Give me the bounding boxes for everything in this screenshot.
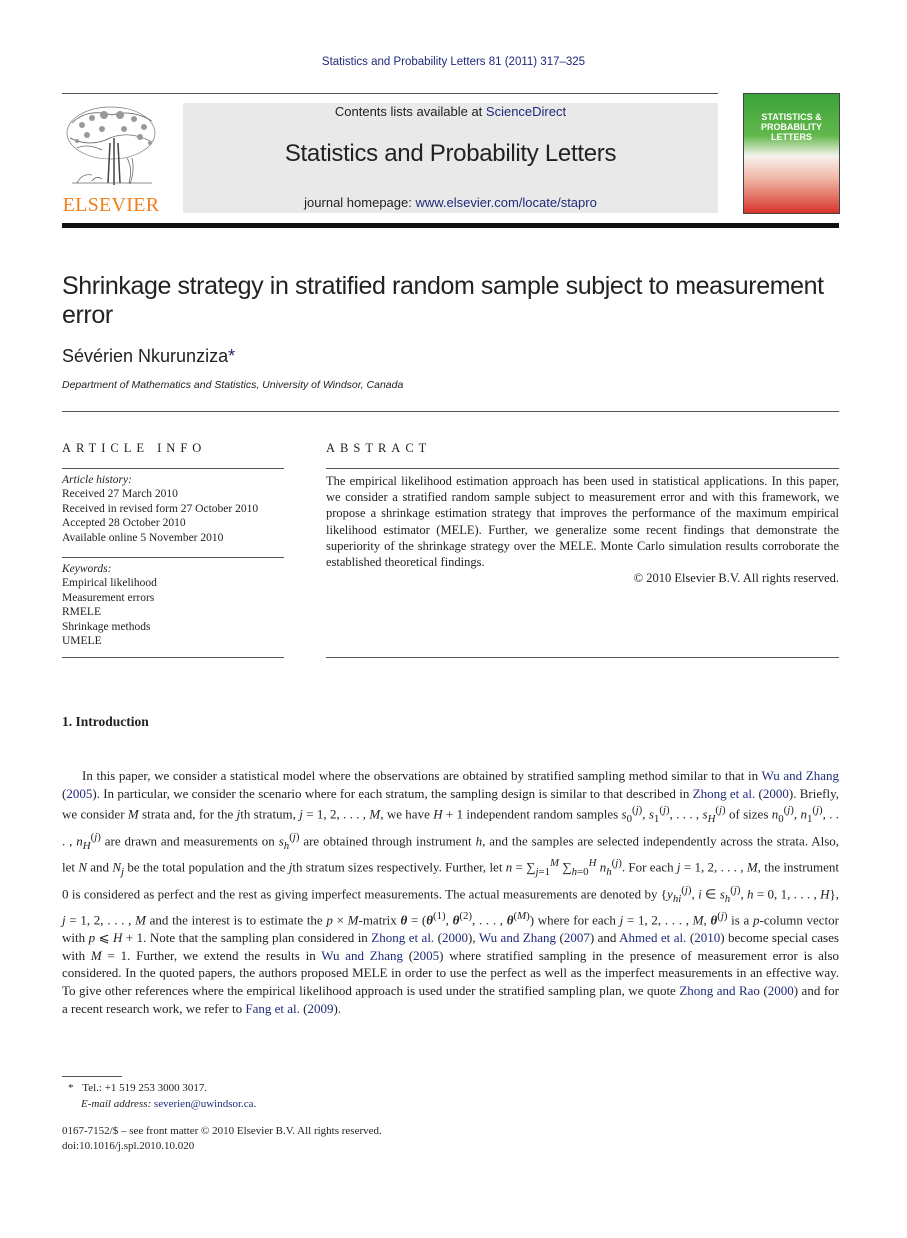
ref-year[interactable]: 2007 (564, 930, 590, 945)
ref-year[interactable]: 2005 (413, 948, 439, 963)
ref-zhong-rao-2000[interactable]: Zhong and Rao (679, 983, 760, 998)
header-divider (62, 223, 839, 228)
keyword-item: UMELE (62, 635, 102, 648)
footnote-tel-text: Tel.: +1 519 253 3000 3017. (82, 1082, 208, 1094)
ref-year[interactable]: 2009 (307, 1001, 333, 1016)
footnote-marker: * (68, 1082, 74, 1094)
ref-year[interactable]: 2005 (66, 786, 92, 801)
ref-year[interactable]: 2000 (442, 930, 468, 945)
ref-ahmed-2010[interactable]: Ahmed et al. (619, 930, 686, 945)
journal-citation[interactable]: Statistics and Probability Letters 81 (2… (0, 56, 907, 68)
contents-line: Contents lists available at ScienceDirec… (183, 104, 718, 119)
article-history: Article history: Received 27 March 2010 … (62, 473, 258, 545)
keywords-label: Keywords: (62, 563, 112, 575)
front-matter: 0167-7152/$ – see front matter © 2010 El… (62, 1125, 382, 1137)
footnote-rule (62, 1076, 122, 1077)
footnote-tel: * Tel.: +1 519 253 3000 3017. (68, 1082, 207, 1094)
introduction-body: In this paper, we consider a statistical… (62, 767, 839, 1017)
sciencedirect-link[interactable]: ScienceDirect (486, 104, 566, 119)
history-item: Accepted 28 October 2010 (62, 517, 186, 530)
keyword-item: Shrinkage methods (62, 620, 151, 633)
author-line: Sévérien Nkurunziza* (62, 346, 235, 367)
doi-link[interactable]: doi:10.1016/j.spl.2010.10.020 (62, 1140, 194, 1152)
article-info-heading: ARTICLE INFO (62, 441, 207, 455)
introduction-heading: 1. Introduction (62, 714, 149, 729)
article-title: Shrinkage strategy in stratified random … (62, 272, 824, 329)
contents-prefix: Contents lists available at (334, 104, 486, 119)
footnote-email: E-mail address: severien@uwindsor.ca. (81, 1098, 257, 1110)
history-item: Received 27 March 2010 (62, 488, 178, 501)
header-rule (62, 93, 718, 94)
ref-wu-zhang-2005[interactable]: Wu and Zhang (762, 768, 840, 783)
homepage-link[interactable]: www.elsevier.com/locate/stapro (415, 195, 596, 210)
abstract-copyright: © 2010 Elsevier B.V. All rights reserved… (633, 571, 839, 586)
section-rule (62, 411, 839, 412)
ref-wu-zhang-2005[interactable]: Wu and Zhang (321, 948, 403, 963)
history-item: Available online 5 November 2010 (62, 531, 224, 544)
author-name[interactable]: Sévérien Nkurunziza (62, 346, 228, 366)
keywords-rule (62, 557, 284, 558)
abstract-heading: ABSTRACT (326, 441, 432, 455)
ref-year[interactable]: 2010 (694, 930, 720, 945)
abstract-text: The empirical likelihood estimation appr… (326, 474, 839, 570)
keywords: Keywords: Empirical likelihood Measureme… (62, 562, 157, 648)
homepage-prefix: journal homepage: (304, 195, 416, 210)
email-label: E-mail address: (81, 1098, 154, 1110)
introduction-paragraph: In this paper, we consider a statistical… (62, 768, 840, 1016)
cover-title-line: LETTERS (770, 132, 812, 142)
journal-name: Statistics and Probability Letters (284, 140, 617, 167)
cover-title: STATISTICS & PROBABILITY LETTERS (743, 112, 840, 142)
ref-zhong-2000[interactable]: Zhong et al. (693, 786, 756, 801)
history-item: Received in revised form 27 October 2010 (62, 502, 259, 515)
abstract-bottom-rule (326, 657, 839, 658)
homepage-line: journal homepage: www.elsevier.com/locat… (183, 195, 718, 210)
keyword-item: Empirical likelihood (62, 577, 157, 590)
history-label: Article history: (62, 474, 132, 486)
article-info-bottom-rule (62, 657, 284, 658)
abstract-rule (326, 468, 839, 469)
ref-fang-2009[interactable]: Fang et al. (245, 1001, 300, 1016)
keyword-item: RMELE (62, 606, 101, 619)
cover-title-line: PROBABILITY (760, 122, 822, 132)
author-footnote-marker[interactable]: * (228, 346, 235, 366)
email-link[interactable]: severien@uwindsor.ca (154, 1098, 254, 1110)
tree-icon (66, 106, 156, 185)
ref-year[interactable]: 2000 (768, 983, 794, 998)
ref-zhong-2000[interactable]: Zhong et al. (371, 930, 434, 945)
ref-year[interactable]: 2000 (763, 786, 789, 801)
ref-wu-zhang-2007[interactable]: Wu and Zhang (479, 930, 556, 945)
keyword-item: Measurement errors (62, 591, 155, 604)
elsevier-wordmark: ELSEVIER (62, 194, 160, 216)
author-affiliation: Department of Mathematics and Statistics… (62, 379, 404, 391)
abstract-body: The empirical likelihood estimation appr… (326, 473, 839, 586)
article-info-rule (62, 468, 284, 469)
cover-title-line: STATISTICS & (761, 112, 822, 122)
